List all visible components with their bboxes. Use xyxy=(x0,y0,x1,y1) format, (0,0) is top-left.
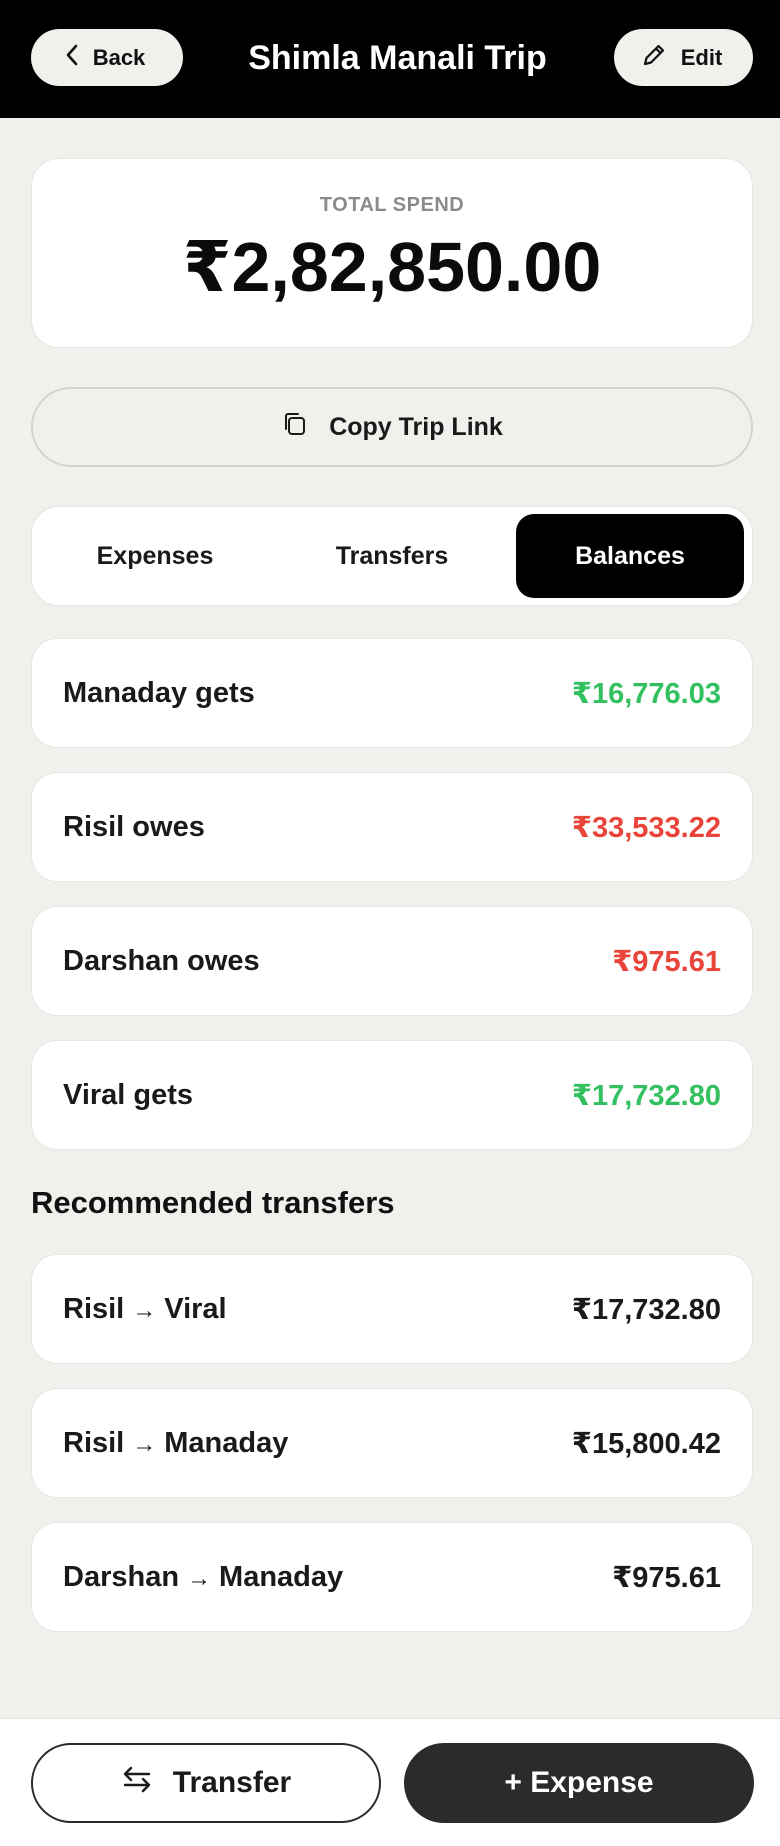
balance-amount: ₹975.61 xyxy=(612,945,721,978)
right-arrow-icon: → xyxy=(132,1296,157,1324)
back-button[interactable]: Back xyxy=(31,29,183,86)
transfer-amount: ₹975.61 xyxy=(612,1561,721,1594)
copy-trip-link-button[interactable]: Copy Trip Link xyxy=(31,387,753,467)
balance-row: Risil owes ₹33,533.22 xyxy=(31,772,753,882)
edit-label: Edit xyxy=(680,44,723,70)
recommended-transfer-row: Risil → Manaday ₹15,800.42 xyxy=(31,1388,753,1498)
transfer-parties: Risil → Manaday xyxy=(63,1427,288,1460)
tab-transfers[interactable]: Transfers xyxy=(278,514,506,598)
balance-label: Viral gets xyxy=(63,1078,194,1111)
transfer-to: Manaday xyxy=(219,1560,344,1593)
balance-row: Manaday gets ₹16,776.03 xyxy=(31,638,753,748)
recommended-transfer-row: Darshan → Manaday ₹975.61 xyxy=(31,1522,753,1632)
balance-label: Risil owes xyxy=(63,810,205,843)
transfer-button-label: Transfer xyxy=(172,1766,292,1799)
page-title: Shimla Manali Trip xyxy=(248,39,547,77)
recommended-transfer-row: Risil → Viral ₹17,732.80 xyxy=(31,1254,753,1364)
copy-trip-link-label: Copy Trip Link xyxy=(329,412,503,441)
bottom-action-bar: Transfer + Expense xyxy=(0,1718,780,1846)
transfer-parties: Risil → Viral xyxy=(63,1293,227,1326)
tab-expenses[interactable]: Expenses xyxy=(41,514,269,598)
transfer-to: Manaday xyxy=(164,1426,289,1459)
transfer-amount: ₹17,732.80 xyxy=(571,1293,721,1326)
balance-label: Manaday gets xyxy=(63,676,255,709)
add-expense-button[interactable]: + Expense xyxy=(404,1743,754,1823)
balance-amount: ₹33,533.22 xyxy=(571,811,721,844)
segmented-tabs: Expenses Transfers Balances xyxy=(31,506,753,606)
balance-row: Darshan owes ₹975.61 xyxy=(31,906,753,1016)
pencil-icon xyxy=(641,42,667,74)
transfer-from: Risil xyxy=(63,1426,125,1459)
transfer-from: Risil xyxy=(63,1292,125,1325)
top-app-bar: Back Shimla Manali Trip Edit xyxy=(0,0,780,118)
balance-row: Viral gets ₹17,732.80 xyxy=(31,1040,753,1150)
edit-button[interactable]: Edit xyxy=(614,29,753,86)
tab-balances[interactable]: Balances xyxy=(516,514,744,598)
swap-arrows-icon xyxy=(121,1765,153,1801)
recommended-transfers-heading: Recommended transfers xyxy=(31,1185,395,1220)
total-spend-label: TOTAL SPEND xyxy=(319,194,465,216)
transfer-amount: ₹15,800.42 xyxy=(571,1427,721,1460)
right-arrow-icon: → xyxy=(132,1430,157,1458)
balance-label: Darshan owes xyxy=(63,944,260,977)
transfer-parties: Darshan → Manaday xyxy=(63,1561,343,1594)
copy-icon xyxy=(281,410,309,445)
right-arrow-icon: → xyxy=(187,1564,212,1592)
chevron-left-icon xyxy=(65,44,79,72)
balance-amount: ₹17,732.80 xyxy=(571,1079,721,1112)
balance-amount: ₹16,776.03 xyxy=(571,677,721,710)
total-spend-card: TOTAL SPEND ₹2,82,850.00 xyxy=(31,158,753,348)
transfer-from: Darshan xyxy=(63,1560,180,1593)
total-spend-value: ₹2,82,850.00 xyxy=(182,228,602,306)
transfer-button[interactable]: Transfer xyxy=(31,1743,381,1823)
back-label: Back xyxy=(92,44,146,70)
transfer-to: Viral xyxy=(164,1292,227,1325)
